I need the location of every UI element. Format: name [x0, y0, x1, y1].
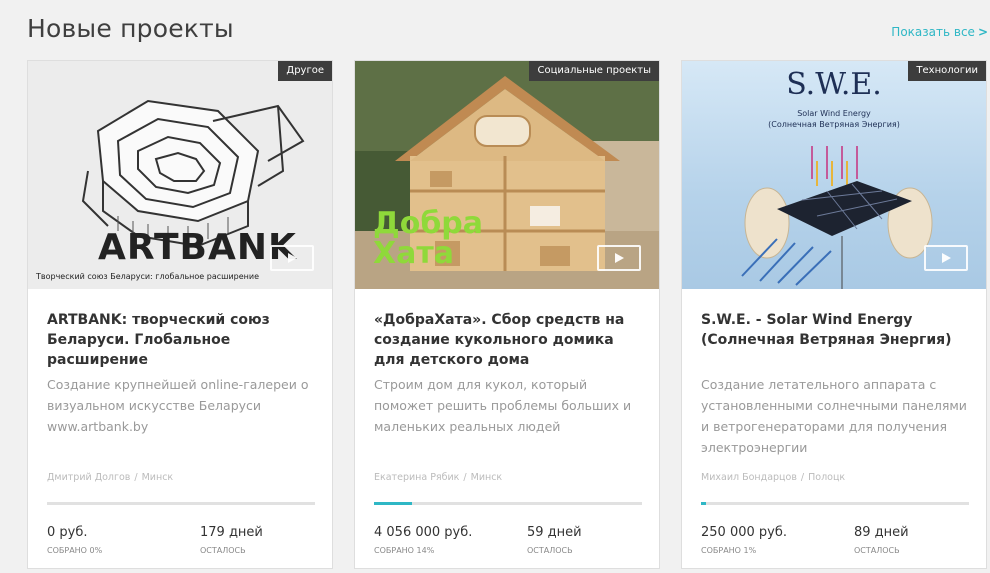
project-title[interactable]: «ДобраХата». Сбор средств на создание ку…	[374, 310, 646, 370]
days-left-label: ОСТАЛОСЬ	[854, 546, 900, 555]
project-card[interactable]: Добра Хата Социальные проекты «ДобраХата»…	[354, 60, 660, 569]
separator: /	[463, 472, 467, 483]
project-image[interactable]: ARTBANK Творческий союз Беларуси: глобал…	[28, 61, 332, 289]
project-card[interactable]: S.W.E. Solar Wind Energy (Солнечная Ветря…	[681, 60, 987, 569]
separator: /	[134, 472, 138, 483]
play-icon[interactable]	[924, 245, 968, 271]
days-left-label: ОСТАЛОСЬ	[200, 546, 246, 555]
progress-fill	[374, 502, 412, 505]
days-left: 59 дней	[527, 525, 582, 540]
author-name[interactable]: Михаил Бондарцов	[701, 472, 797, 483]
project-author: Михаил Бондарцов / Полоцк	[701, 472, 845, 483]
progress-bar	[701, 502, 969, 505]
separator: /	[800, 472, 805, 483]
collected-label: СОБРАНО 14%	[374, 546, 435, 555]
play-icon[interactable]	[597, 245, 641, 271]
image-caption: Творческий союз Беларуси: глобальное рас…	[36, 272, 260, 281]
project-title[interactable]: S.W.E. - Solar Wind Energy (Солнечная Ве…	[701, 310, 973, 350]
project-image[interactable]: Добра Хата Социальные проекты	[355, 61, 659, 289]
collected-amount: 4 056 000 руб.	[374, 525, 473, 540]
author-name[interactable]: Екатерина Рябик	[374, 472, 459, 483]
author-city: Полоцк	[808, 472, 846, 483]
chevron-right-icon: >	[977, 25, 988, 39]
project-description: Создание летательного аппарата с установ…	[701, 377, 967, 455]
collected-label: СОБРАНО 0%	[47, 546, 103, 555]
category-badge[interactable]: Социальные проекты	[529, 61, 659, 81]
artbank-logo: ARTBANK	[98, 227, 297, 268]
days-left: 179 дней	[200, 525, 263, 540]
project-card[interactable]: ARTBANK Творческий союз Беларуси: глобал…	[27, 60, 333, 569]
category-badge[interactable]: Другое	[278, 61, 332, 81]
author-city: Минск	[470, 472, 503, 483]
author-city: Минск	[141, 472, 174, 483]
show-all-label: Показать все	[891, 25, 975, 39]
days-left: 89 дней	[854, 525, 909, 540]
days-left-label: ОСТАЛОСЬ	[527, 546, 573, 555]
progress-fill	[701, 502, 707, 505]
project-image[interactable]: S.W.E. Solar Wind Energy (Солнечная Ветря…	[682, 61, 986, 289]
logo-line1: Добра	[373, 206, 483, 241]
show-all-link[interactable]: Показать все >	[891, 25, 988, 39]
dobrakhata-logo: Добра Хата	[373, 209, 483, 269]
collected-amount: 250 000 руб.	[701, 525, 787, 540]
play-icon[interactable]	[270, 245, 314, 271]
author-name[interactable]: Дмитрий Долгов	[47, 472, 130, 483]
project-author: Екатерина Рябик / Минск	[374, 472, 502, 483]
category-badge[interactable]: Технологии	[908, 61, 986, 81]
project-description: Строим дом для кукол, который поможет ре…	[374, 377, 632, 434]
logo-line2: Хата	[373, 236, 455, 271]
progress-bar	[47, 502, 315, 505]
section-title: Новые проекты	[27, 14, 234, 43]
project-description: Создание крупнейшей online-галереи о виз…	[47, 377, 309, 434]
collected-amount: 0 руб.	[47, 525, 88, 540]
progress-bar	[374, 502, 642, 505]
project-author: Дмитрий Долгов / Минск	[47, 472, 173, 483]
collected-label: СОБРАНО 1%	[701, 546, 757, 555]
project-title[interactable]: ARTBANK: творческий союз Беларуси. Глоба…	[47, 310, 319, 370]
